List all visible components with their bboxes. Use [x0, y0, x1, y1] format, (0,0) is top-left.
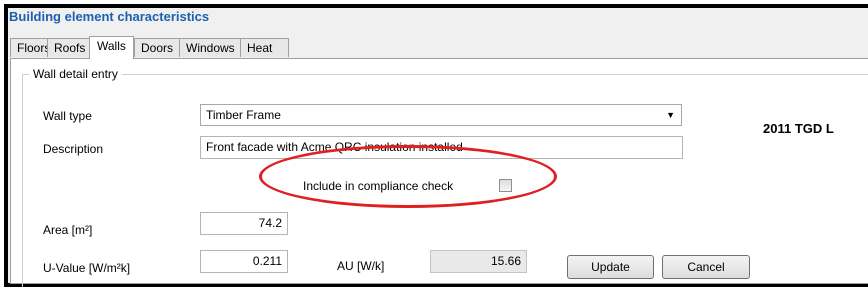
- tab-heat-loss-results[interactable]: Heat loss results: [240, 38, 290, 93]
- description-label: Description: [43, 142, 104, 156]
- highlight-ellipse: [259, 145, 557, 208]
- tab-doors[interactable]: Doors: [134, 38, 181, 57]
- window-title: Building element characteristics: [9, 9, 210, 24]
- au-label: AU [W/k]: [337, 259, 385, 273]
- standard-heading: 2011 TGD L: [763, 121, 834, 136]
- wall-type-select[interactable]: Timber Frame ▼: [200, 104, 682, 126]
- au-value-field: 15.66: [430, 250, 527, 273]
- cancel-button[interactable]: Cancel: [662, 255, 750, 279]
- area-label: Area [m²]: [43, 223, 93, 237]
- update-button[interactable]: Update: [567, 255, 654, 279]
- area-input[interactable]: 74.2: [200, 212, 288, 235]
- u-value-input[interactable]: 0.211: [200, 250, 288, 273]
- wall-detail-legend: Wall detail entry: [29, 67, 122, 81]
- wall-type-label: Wall type: [43, 109, 92, 123]
- chevron-down-icon[interactable]: ▼: [666, 105, 675, 125]
- tab-windows[interactable]: Windows: [179, 38, 242, 57]
- tab-walls[interactable]: Walls: [89, 36, 134, 59]
- u-value-label: U-Value [W/m²k]: [43, 261, 131, 275]
- tab-roofs[interactable]: Roofs: [47, 38, 93, 57]
- wall-type-value: Timber Frame: [206, 108, 281, 122]
